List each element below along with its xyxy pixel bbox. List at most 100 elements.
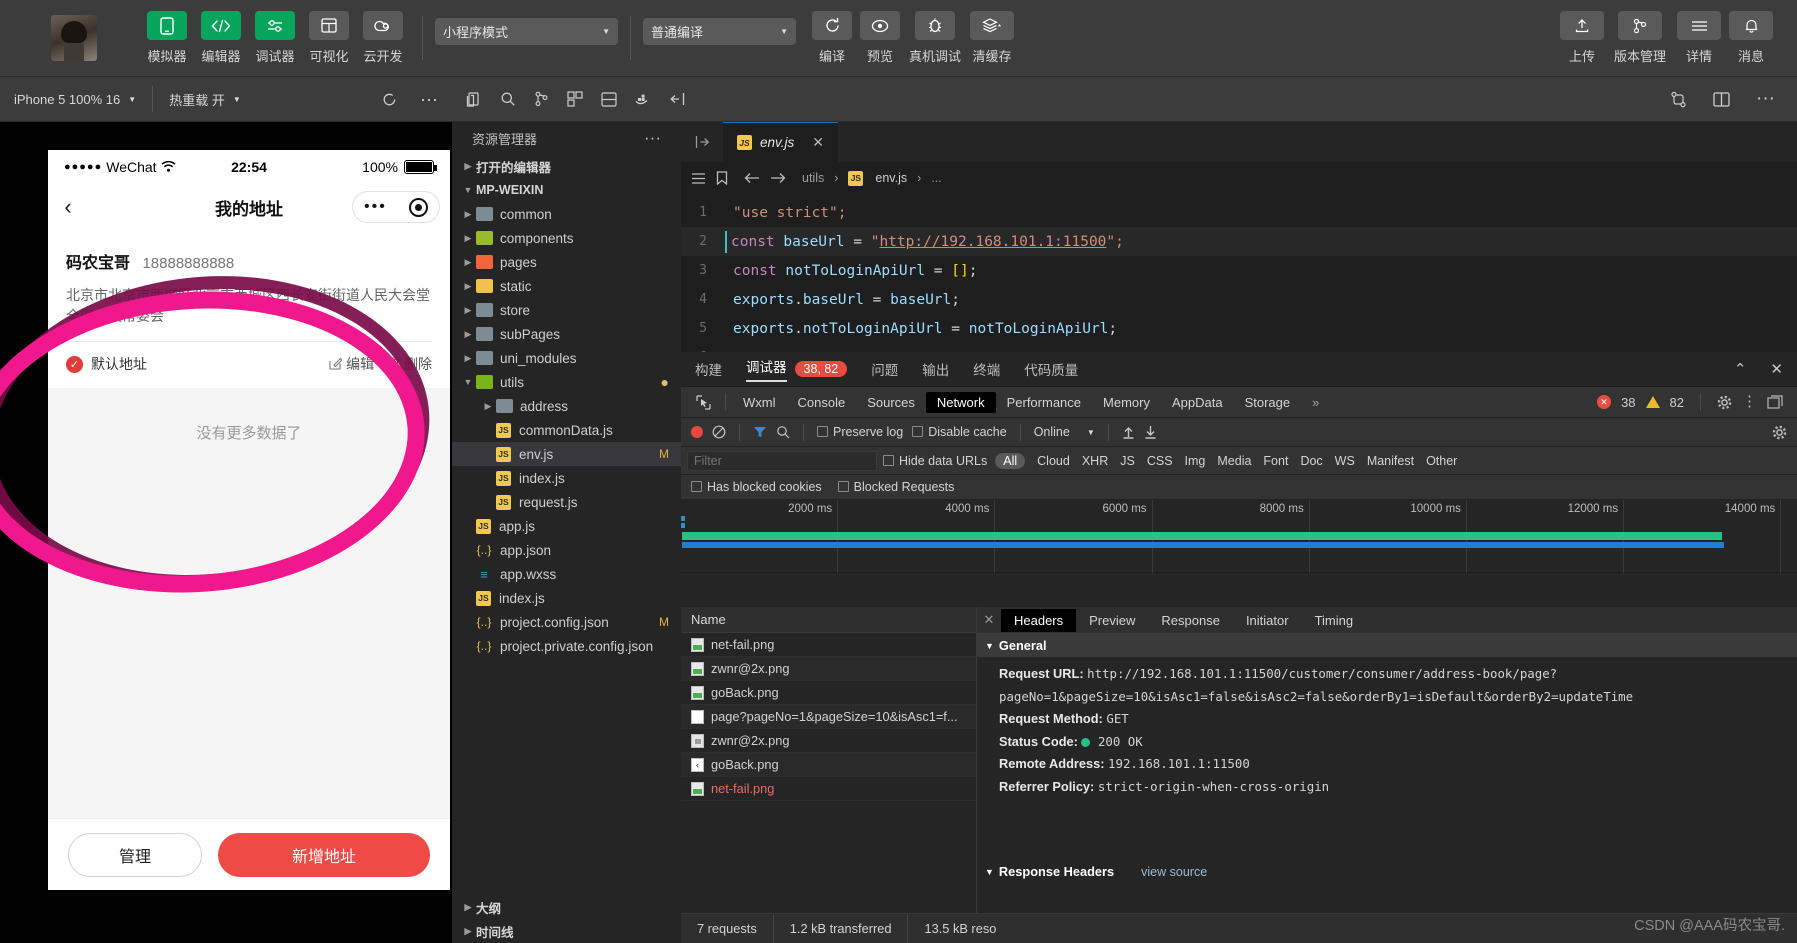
code-line[interactable]: 4 exports.baseUrl = baseUrl;: [681, 285, 1797, 314]
more-icon[interactable]: ···: [644, 129, 661, 146]
back-arrow-icon[interactable]: [744, 172, 760, 184]
delete-address-button[interactable]: 删除: [388, 354, 432, 374]
compile-select[interactable]: 普通编译 ▼: [643, 17, 796, 45]
forward-arrow-icon[interactable]: [770, 172, 786, 184]
network-request-row[interactable]: net-fail.png: [681, 633, 976, 657]
messages-button[interactable]: 消息: [1725, 11, 1777, 65]
filter-type-img[interactable]: Img: [1185, 454, 1206, 468]
tree-item-env-js[interactable]: JS env.js M: [452, 442, 681, 466]
filter-type-other[interactable]: Other: [1426, 454, 1457, 468]
address-card[interactable]: 码农宝哥 18888888888 北京市北京市西城区北京市西城区西长安街街道人民…: [48, 231, 450, 388]
settings-gear-icon[interactable]: [1772, 425, 1787, 440]
download-arrow-icon[interactable]: [1144, 425, 1157, 439]
refresh-icon[interactable]: [381, 91, 398, 108]
panel-tab-output[interactable]: 输出: [922, 359, 949, 379]
breadcrumb-file[interactable]: env.js: [875, 171, 907, 185]
code-lines[interactable]: 1 "use strict"; 2 const baseUrl = "http://1…: [681, 194, 1797, 372]
bookmark-icon[interactable]: [716, 171, 728, 185]
explorer-section-project[interactable]: ▼ MP-WEIXIN: [452, 178, 681, 202]
tree-item-components[interactable]: ▶ components: [452, 226, 681, 250]
network-waterfall[interactable]: 2000 ms 4000 ms 6000 ms 8000 ms 10000 ms 1200…: [681, 500, 1797, 573]
detail-tab-preview[interactable]: Preview: [1076, 609, 1148, 632]
kebab-menu-icon[interactable]: ⋮: [1742, 394, 1757, 408]
general-section-header[interactable]: ▼ General: [977, 634, 1797, 657]
filter-type-all[interactable]: All: [995, 452, 1026, 469]
tree-item-commondata-js[interactable]: JS commonData.js: [452, 418, 681, 442]
detail-tab-headers[interactable]: Headers: [1001, 608, 1077, 632]
tree-item-address[interactable]: ▶ address: [452, 394, 681, 418]
network-request-row[interactable]: page?pageNo=1&pageSize=10&isAsc1=f...: [681, 705, 976, 729]
check-circle-icon[interactable]: ✓: [66, 355, 83, 373]
network-request-row[interactable]: zwnr@2x.png: [681, 657, 976, 681]
panel-tab-code-quality[interactable]: 代码质量: [1024, 359, 1078, 379]
clear-cache-button[interactable]: 清缓存: [966, 11, 1018, 65]
dock-icon[interactable]: [1767, 395, 1783, 409]
devtools-tab-wxml[interactable]: Wxml: [732, 392, 787, 413]
devtools-overflow-icon[interactable]: »: [1301, 392, 1330, 413]
tree-item-utils[interactable]: ▼ utils ●: [452, 370, 681, 394]
close-icon[interactable]: ✕: [977, 612, 1001, 628]
capsule-more-icon[interactable]: •••: [364, 199, 387, 215]
filter-type-cloud[interactable]: Cloud: [1037, 454, 1070, 468]
new-file-icon[interactable]: [466, 91, 482, 108]
tree-item-project-config-json[interactable]: {..} project.config.json M: [452, 610, 681, 634]
throttle-select[interactable]: Online: [1034, 425, 1070, 439]
tree-item-request-js[interactable]: JS request.js: [452, 490, 681, 514]
filter-type-media[interactable]: Media: [1217, 454, 1251, 468]
settings-gear-icon[interactable]: [1717, 395, 1732, 410]
filter-type-ws[interactable]: WS: [1335, 454, 1355, 468]
toolbar-item-cloud[interactable]: 云开发: [356, 11, 410, 65]
chevron-down-icon[interactable]: ▼: [1087, 428, 1095, 437]
inspect-element-icon[interactable]: [687, 394, 719, 410]
code-line[interactable]: 2 const baseUrl = "http://192.168.101.1:1…: [681, 227, 1797, 256]
devtools-tab-console[interactable]: Console: [787, 392, 857, 413]
more-icon[interactable]: ···: [420, 90, 438, 108]
toolbar-item-simulator[interactable]: 模拟器: [140, 11, 194, 65]
split-editor-icon[interactable]: [1713, 91, 1730, 107]
filter-icon[interactable]: [753, 425, 767, 439]
network-request-row[interactable]: goBack.png: [681, 681, 976, 705]
tree-item-app-json[interactable]: {..} app.json: [452, 538, 681, 562]
explorer-section-open-editors[interactable]: ▶ 打开的编辑器: [452, 154, 681, 178]
avatar[interactable]: [51, 15, 97, 61]
hotreload-select[interactable]: 热重载 开: [169, 90, 225, 109]
panel-tab-terminal[interactable]: 终端: [973, 359, 1000, 379]
detail-tab-timing[interactable]: Timing: [1302, 609, 1367, 632]
code-line[interactable]: 5 exports.notToLoginApiUrl = notToLoginAp…: [681, 314, 1797, 343]
edit-address-button[interactable]: 编辑: [329, 354, 374, 374]
close-icon[interactable]: ✕: [812, 134, 824, 151]
response-headers-section[interactable]: ▼ Response Headers view source: [977, 860, 1797, 883]
network-request-row[interactable]: net-fail.png: [681, 777, 976, 801]
more-icon[interactable]: ···: [1756, 90, 1775, 108]
code-line[interactable]: 3 const notToLoginApiUrl = [];: [681, 256, 1797, 285]
details-button[interactable]: 详情: [1673, 11, 1725, 65]
filter-type-js[interactable]: JS: [1120, 454, 1135, 468]
network-column-header[interactable]: Name: [681, 607, 976, 633]
target-icon[interactable]: [408, 197, 428, 217]
tree-item-index-js[interactable]: JS index.js: [452, 466, 681, 490]
search-icon[interactable]: [500, 91, 516, 107]
upload-button[interactable]: 上传: [1557, 11, 1607, 65]
version-control-button[interactable]: 版本管理: [1607, 11, 1673, 65]
devtools-tab-network[interactable]: Network: [925, 391, 996, 413]
tree-item-store[interactable]: ▶ store: [452, 298, 681, 322]
toolbar-item-debugger[interactable]: 调试器: [248, 11, 302, 65]
tree-item-static[interactable]: ▶ static: [452, 274, 681, 298]
filter-type-doc[interactable]: Doc: [1300, 454, 1322, 468]
devtools-tab-performance[interactable]: Performance: [996, 392, 1092, 413]
filter-type-css[interactable]: CSS: [1147, 454, 1173, 468]
record-icon[interactable]: [691, 426, 703, 438]
wechat-capsule[interactable]: •••: [352, 191, 440, 223]
close-icon[interactable]: ✕: [1770, 360, 1783, 378]
collapse-sidebar-icon[interactable]: [681, 122, 723, 162]
hide-data-urls-checkbox[interactable]: Hide data URLs: [883, 454, 987, 468]
detail-tab-response[interactable]: Response: [1148, 609, 1233, 632]
explorer-section-outline[interactable]: ▶ 大纲: [452, 895, 681, 919]
mode-select[interactable]: 小程序模式 ▼: [435, 17, 618, 45]
blocked-requests-checkbox[interactable]: Blocked Requests: [837, 480, 954, 494]
panel-tab-debugger[interactable]: 调试器: [746, 356, 787, 382]
tree-item-app-js[interactable]: JS app.js: [452, 514, 681, 538]
devtools-tab-appdata[interactable]: AppData: [1161, 392, 1234, 413]
extensions-icon[interactable]: [567, 91, 583, 107]
network-request-row[interactable]: zwnr@2x.png: [681, 729, 976, 753]
